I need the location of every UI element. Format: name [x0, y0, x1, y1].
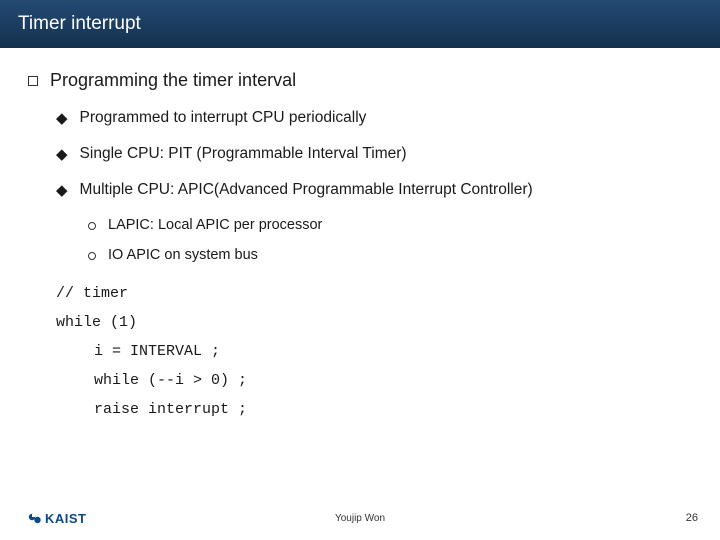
slide-title: Timer interrupt [18, 13, 141, 35]
sub-bullet-row: IO APIC on system bus [88, 247, 692, 263]
page-number: 26 [686, 512, 698, 524]
section-heading: Programming the timer interval [50, 70, 296, 91]
code-line: i = INTERVAL ; [94, 343, 692, 360]
code-block: // timer while (1) i = INTERVAL ; while … [56, 285, 692, 418]
code-line: while (--i > 0) ; [94, 372, 692, 389]
sub-bullet-row: LAPIC: Local APIC per processor [88, 217, 692, 233]
bullet-text: Programmed to interrupt CPU periodically [80, 109, 367, 127]
code-comment: // timer [56, 285, 692, 302]
slide-footer: KAIST Youjip Won 26 [0, 504, 720, 528]
code-loop: while (1) [56, 314, 692, 331]
bullet-row: ◆ Single CPU: PIT (Programmable Interval… [56, 145, 692, 165]
kaist-logo: KAIST [28, 511, 87, 526]
sub-bullet-text: IO APIC on system bus [108, 247, 258, 263]
section-heading-row: Programming the timer interval [28, 70, 692, 91]
bullet-text: Single CPU: PIT (Programmable Interval T… [80, 145, 407, 163]
bullet-row: ◆ Multiple CPU: APIC(Advanced Programmab… [56, 181, 692, 201]
sub-bullet-text: LAPIC: Local APIC per processor [108, 217, 322, 233]
author-name: Youjip Won [335, 513, 385, 524]
bullet-text: Multiple CPU: APIC(Advanced Programmable… [80, 181, 533, 199]
code-line: raise interrupt ; [94, 401, 692, 418]
slide-header: Timer interrupt [0, 0, 720, 48]
kaist-logo-icon [28, 512, 42, 526]
slide-content: Programming the timer interval ◆ Program… [0, 48, 720, 418]
circle-bullet-icon [88, 252, 96, 260]
square-bullet-icon [28, 76, 38, 86]
diamond-bullet-icon: ◆ [56, 109, 68, 129]
circle-bullet-icon [88, 222, 96, 230]
bullet-row: ◆ Programmed to interrupt CPU periodical… [56, 109, 692, 129]
diamond-bullet-icon: ◆ [56, 181, 68, 201]
diamond-bullet-icon: ◆ [56, 145, 68, 165]
kaist-logo-text: KAIST [45, 511, 87, 526]
